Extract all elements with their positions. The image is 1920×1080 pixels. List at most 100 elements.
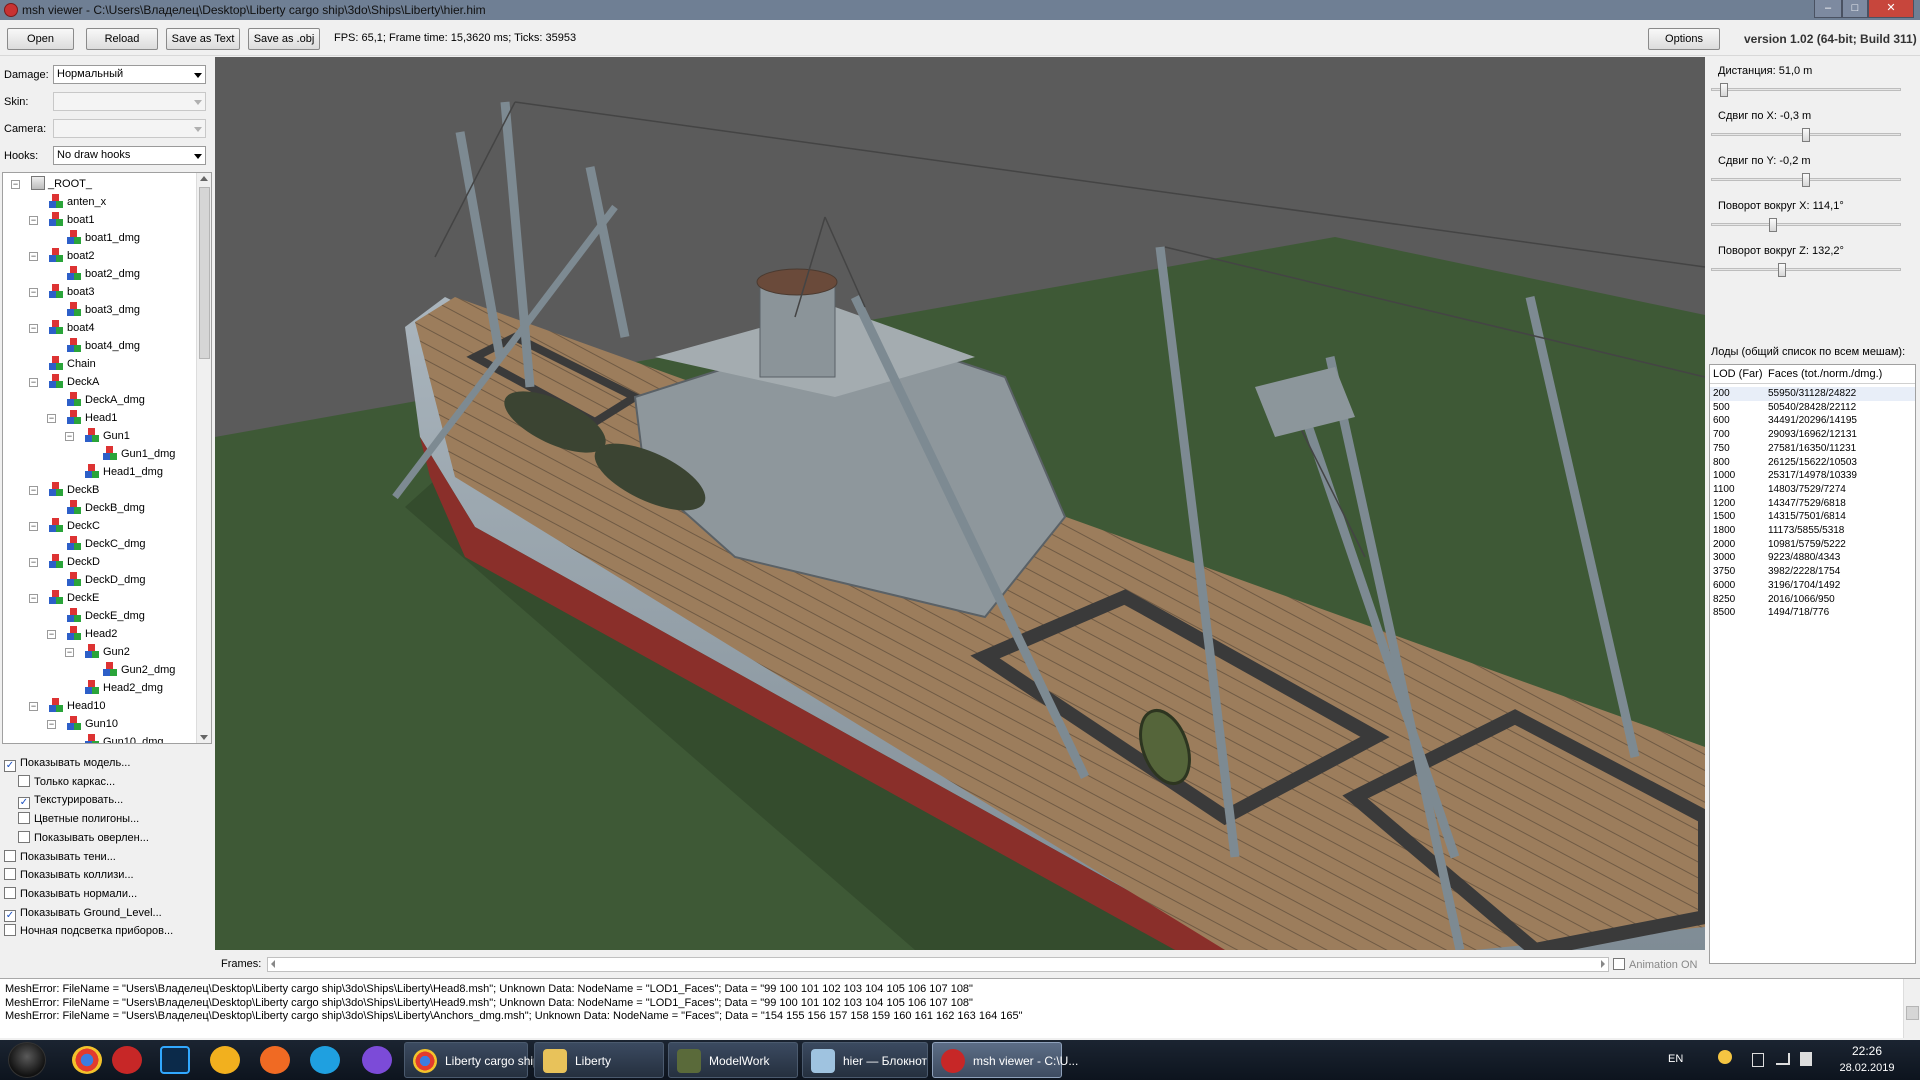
tree-node[interactable]: Chain bbox=[49, 355, 96, 373]
checkbox[interactable] bbox=[4, 886, 16, 899]
photoshop-icon[interactable] bbox=[160, 1046, 190, 1074]
tree-node[interactable]: − DeckC bbox=[29, 517, 100, 535]
option-checkbox-row[interactable]: ✓ Показывать Ground_Level... bbox=[4, 906, 162, 922]
tree-expander-icon[interactable]: − bbox=[29, 522, 38, 531]
lod-row[interactable]: 1100 14803/7529/7274 bbox=[1710, 483, 1915, 497]
clock-time[interactable]: 22:26 bbox=[1842, 1044, 1892, 1058]
checked-checkbox[interactable]: ✓ bbox=[4, 760, 16, 772]
tree-scrollbar[interactable] bbox=[196, 173, 211, 743]
task-msh-viewer[interactable]: msh viewer - C:\U... bbox=[932, 1042, 1078, 1078]
tree-node[interactable]: − Head1 bbox=[47, 409, 117, 427]
option-checkbox-row[interactable]: ✓ Показывать модель... bbox=[4, 756, 130, 772]
slider-knob[interactable] bbox=[1802, 128, 1810, 142]
right-arrow-icon[interactable] bbox=[1601, 960, 1605, 968]
option-checkbox-row[interactable]: Ночная подсветка приборов... bbox=[4, 924, 173, 940]
tree-expander-icon[interactable]: − bbox=[29, 486, 38, 495]
scroll-up-icon[interactable] bbox=[200, 176, 208, 181]
tree-expander-icon[interactable]: − bbox=[29, 216, 38, 225]
tree-node[interactable]: DeckA_dmg bbox=[67, 391, 145, 409]
tree-expander-icon[interactable]: − bbox=[47, 414, 56, 423]
log-scrollbar[interactable] bbox=[1903, 979, 1920, 1038]
tree-node[interactable]: DeckB_dmg bbox=[67, 499, 145, 517]
tree-expander-icon[interactable]: − bbox=[47, 630, 56, 639]
slider-knob[interactable] bbox=[1802, 173, 1810, 187]
tree-node[interactable]: Head2_dmg bbox=[85, 679, 163, 697]
option-checkbox-row[interactable]: Только каркас... bbox=[18, 774, 115, 791]
camera-slider[interactable] bbox=[1711, 83, 1901, 97]
tree-expander-icon[interactable]: − bbox=[29, 252, 38, 261]
option-checkbox-row[interactable]: Цветные полигоны... bbox=[18, 812, 139, 828]
log-scroll-thumb[interactable] bbox=[1906, 1006, 1919, 1020]
tree-node[interactable]: − Gun10 bbox=[47, 715, 118, 733]
task-folder[interactable]: Liberty bbox=[534, 1042, 664, 1078]
start-button[interactable] bbox=[8, 1042, 46, 1078]
lod-row[interactable]: 800 26125/15622/10503 bbox=[1710, 456, 1915, 470]
tree-expander-icon[interactable]: − bbox=[29, 378, 38, 387]
lod-row[interactable]: 1000 25317/14978/10339 bbox=[1710, 469, 1915, 483]
tree-expander-icon[interactable]: − bbox=[29, 288, 38, 297]
lod-col-faces[interactable]: Faces (tot./norm./dmg.) bbox=[1768, 368, 1882, 380]
error-log[interactable]: MeshError: FileName = "Users\Владелец\De… bbox=[0, 978, 1920, 1038]
scroll-down-icon[interactable] bbox=[200, 735, 208, 740]
tree-expander-icon[interactable]: − bbox=[65, 432, 74, 441]
lod-row[interactable]: 1500 14315/7501/6814 bbox=[1710, 510, 1915, 524]
camera-slider[interactable] bbox=[1711, 173, 1901, 187]
damage-select[interactable]: Нормальный bbox=[53, 65, 206, 84]
tree-node[interactable]: − _ROOT_ bbox=[11, 175, 92, 193]
lod-row[interactable]: 3000 9223/4880/4343 bbox=[1710, 551, 1915, 565]
slider-knob[interactable] bbox=[1720, 83, 1728, 97]
skype-icon[interactable] bbox=[310, 1046, 340, 1074]
checkbox[interactable] bbox=[18, 830, 30, 843]
tree-expander-icon[interactable]: − bbox=[65, 648, 74, 657]
checked-checkbox[interactable]: ✓ bbox=[18, 797, 30, 810]
save-as-obj-button[interactable]: Save as .obj bbox=[248, 28, 320, 50]
lod-col-far[interactable]: LOD (Far) bbox=[1713, 368, 1763, 380]
tree-expander-icon[interactable]: − bbox=[11, 180, 20, 189]
save-as-text-button[interactable]: Save as Text bbox=[166, 28, 240, 50]
lod-row[interactable]: 500 50540/28428/22112 bbox=[1710, 401, 1915, 415]
flash-icon[interactable] bbox=[260, 1046, 290, 1074]
tree-node[interactable]: DeckD_dmg bbox=[67, 571, 146, 589]
open-button[interactable]: Open bbox=[7, 28, 74, 50]
lod-row[interactable]: 750 27581/16350/11231 bbox=[1710, 442, 1915, 456]
task-notepad[interactable]: hier — Блокнот bbox=[802, 1042, 928, 1078]
slider-groove[interactable] bbox=[1711, 223, 1901, 226]
frames-slider[interactable] bbox=[267, 957, 1609, 972]
tree-node[interactable]: − boat2 bbox=[29, 247, 95, 265]
tree-node[interactable]: Gun10_dmg bbox=[85, 733, 164, 743]
lod-row[interactable]: 700 29093/16962/12131 bbox=[1710, 428, 1915, 442]
tree-node[interactable]: boat2_dmg bbox=[67, 265, 140, 283]
battery-icon[interactable] bbox=[1752, 1053, 1764, 1067]
camera-slider[interactable] bbox=[1711, 218, 1901, 232]
slider-knob[interactable] bbox=[1769, 218, 1777, 232]
tree-node[interactable]: − boat3 bbox=[29, 283, 95, 301]
app-red-icon[interactable] bbox=[112, 1046, 142, 1074]
tree-node[interactable]: − DeckE bbox=[29, 589, 99, 607]
tree-node[interactable]: − boat4 bbox=[29, 319, 95, 337]
options-button[interactable]: Options bbox=[1648, 28, 1720, 50]
checkbox[interactable] bbox=[18, 774, 30, 787]
node-tree[interactable]: Gun10_dmg − Gun10 − Head10 Head2_dmg Gun2_dmg −… bbox=[2, 172, 212, 744]
tree-node[interactable]: − DeckA bbox=[29, 373, 99, 391]
tree-expander-icon[interactable]: − bbox=[29, 594, 38, 603]
tree-expander-icon[interactable]: − bbox=[29, 324, 38, 333]
scroll-thumb[interactable] bbox=[199, 187, 210, 359]
tree-node[interactable]: − Head10 bbox=[29, 697, 106, 715]
tree-node[interactable]: boat3_dmg bbox=[67, 301, 140, 319]
option-checkbox-row[interactable]: Показывать нормали... bbox=[4, 886, 137, 903]
checkbox[interactable] bbox=[18, 812, 30, 825]
lod-row[interactable]: 200 55950/31128/24822 bbox=[1710, 387, 1915, 401]
tree-node[interactable]: Gun2_dmg bbox=[103, 661, 175, 679]
lod-row[interactable]: 3750 3982/2228/1754 bbox=[1710, 565, 1915, 579]
option-checkbox-row[interactable]: Показывать коллизи... bbox=[4, 868, 134, 884]
option-checkbox-row[interactable]: Показывать тени... bbox=[4, 849, 116, 866]
tree-node[interactable]: DeckE_dmg bbox=[67, 607, 145, 625]
tree-node[interactable]: − Head2 bbox=[47, 625, 117, 643]
camera-slider[interactable] bbox=[1711, 263, 1901, 277]
language-indicator[interactable]: EN bbox=[1668, 1053, 1683, 1065]
option-checkbox-row[interactable]: ✓ Текстурировать... bbox=[18, 793, 123, 810]
hooks-select[interactable]: No draw hooks bbox=[53, 146, 206, 165]
minimize-button[interactable]: – bbox=[1814, 0, 1842, 18]
checkbox[interactable] bbox=[4, 924, 16, 937]
volume-icon[interactable] bbox=[1800, 1052, 1812, 1066]
